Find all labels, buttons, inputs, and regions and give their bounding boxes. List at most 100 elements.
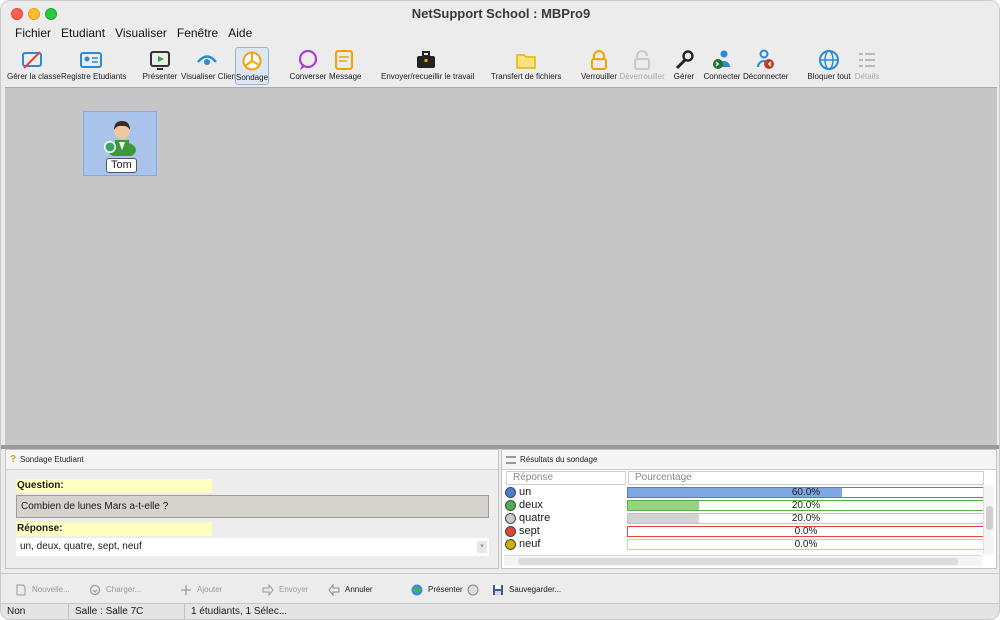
add-button[interactable]: Ajouter	[180, 583, 222, 597]
floppy-disk-icon	[493, 584, 503, 595]
survey-panel-title: Sondage Etudiant	[20, 455, 84, 464]
new-document-icon	[16, 584, 26, 596]
results-vertical-scrollbar[interactable]	[983, 486, 994, 554]
send-collect-work-button[interactable]: Envoyer/recueillir le travail	[381, 47, 474, 85]
maximize-window-button[interactable]	[45, 8, 57, 20]
load-icon	[89, 584, 101, 595]
eye-icon	[197, 55, 217, 65]
lock-icon	[591, 50, 607, 70]
answers-field[interactable]: un, deux, quatre, sept, neuf ▾	[16, 538, 489, 556]
disconnect-button[interactable]: Déconnecter	[743, 47, 788, 85]
percent-text: 20.0%	[791, 513, 821, 524]
file-transfer-button[interactable]: Transfert de fichiers	[491, 47, 561, 85]
wrench-icon	[675, 50, 694, 70]
menu-aide[interactable]: Aide	[228, 25, 252, 43]
answer-color-icon	[505, 539, 516, 550]
connect-user-icon	[713, 50, 730, 69]
view-client-button[interactable]: Visualiser Client	[181, 47, 238, 85]
menu-etudiant[interactable]: Etudiant	[61, 25, 105, 43]
student-survey-panel: ? Sondage Etudiant Question: Combien de …	[5, 449, 499, 569]
briefcase-icon	[417, 51, 435, 68]
window-title: NetSupport School : MBPro9	[411, 6, 591, 21]
minimize-window-button[interactable]	[28, 8, 40, 20]
answer-color-icon	[505, 513, 516, 524]
unlock-icon	[634, 50, 650, 70]
answer-name: sept	[519, 525, 540, 537]
menu-fichier[interactable]: Fichier	[15, 25, 51, 43]
manage-class-icon	[22, 51, 42, 69]
details-list-icon	[859, 53, 875, 67]
block-all-button[interactable]: Bloquer tout	[807, 47, 851, 85]
percent-text: 20.0%	[791, 500, 821, 511]
result-row[interactable]: sept 0.0%	[504, 525, 985, 538]
question-field[interactable]: Combien de lunes Mars a-t-elle ?	[16, 495, 489, 518]
new-survey-button[interactable]: Nouvelle...	[15, 583, 70, 597]
status-selection: 1 étudiants, 1 Sélec...	[191, 606, 288, 617]
student-tile[interactable]: Tom	[83, 111, 157, 176]
toolbar: Gérer la classe Registre Etudiants Prése…	[1, 47, 999, 87]
column-header-percent[interactable]: Pourcentage	[628, 471, 984, 485]
note-icon	[335, 50, 353, 70]
survey-action-bar: Nouvelle... Charger... Ajouter Envoyer A…	[1, 573, 999, 603]
details-button[interactable]: Détails	[853, 47, 881, 85]
load-survey-button[interactable]: Charger...	[89, 583, 141, 597]
close-window-button[interactable]	[11, 8, 23, 20]
disconnect-user-icon	[757, 49, 774, 69]
cancel-button[interactable]: Annuler	[328, 583, 373, 597]
connect-button[interactable]: Connecter	[703, 47, 741, 85]
question-label: Question:	[16, 479, 212, 493]
menu-bar: Fichier Etudiant Visualiser Fenêtre Aide	[1, 25, 999, 43]
message-button[interactable]: Message	[329, 47, 361, 85]
results-table-header: Réponse Pourcentage	[504, 471, 984, 485]
result-row[interactable]: quatre 20.0%	[504, 512, 985, 525]
send-button[interactable]: Envoyer	[262, 583, 308, 597]
answer-color-icon	[505, 500, 516, 511]
results-horizontal-scrollbar[interactable]	[504, 555, 982, 566]
manage-button[interactable]: Gérer	[671, 47, 697, 85]
result-row[interactable]: neuf 0.0%	[504, 538, 985, 551]
results-list-icon	[506, 456, 516, 464]
id-card-icon	[80, 52, 102, 68]
class-view-canvas[interactable]: Tom	[5, 87, 997, 445]
results-panel-title: Résultats du sondage	[520, 455, 598, 464]
status-bar: Non disponi... Salle : Salle 7C 1 étudia…	[1, 603, 999, 619]
present-options-icon[interactable]	[467, 584, 479, 596]
student-name-label: Tom	[106, 158, 137, 173]
percent-bar: 60.0%	[627, 487, 985, 498]
answer-color-icon	[505, 526, 516, 537]
present-globe-icon	[411, 584, 423, 596]
menu-visualiser[interactable]: Visualiser	[115, 25, 167, 43]
survey-results-panel: Résultats du sondage Réponse Pourcentage…	[501, 449, 997, 569]
answers-dropdown-icon[interactable]: ▾	[477, 541, 487, 553]
percent-bar: 0.0%	[627, 539, 985, 550]
percent-bar: 0.0%	[627, 526, 985, 537]
status-room: Salle : Salle 7C	[69, 604, 185, 619]
column-header-answer[interactable]: Réponse	[506, 471, 626, 485]
answer-name: un	[519, 486, 532, 498]
answer-name: deux	[519, 499, 543, 511]
percent-text: 60.0%	[791, 487, 821, 498]
unlock-button[interactable]: Déverrouiller	[619, 47, 665, 85]
answers-text: un, deux, quatre, sept, neuf	[20, 541, 142, 552]
percent-text: 0.0%	[794, 539, 818, 550]
chat-bubble-icon	[298, 49, 318, 70]
percent-text: 0.0%	[794, 526, 818, 537]
lock-button[interactable]: Verrouiller	[581, 47, 617, 85]
result-row[interactable]: deux 20.0%	[504, 499, 985, 512]
answer-label: Réponse:	[16, 522, 212, 536]
percent-bar: 20.0%	[627, 513, 985, 524]
present-results-button[interactable]: Présenter	[411, 583, 479, 597]
add-arrows-icon	[181, 584, 191, 595]
pie-chart-icon	[242, 51, 262, 71]
student-register-button[interactable]: Registre Etudiants	[61, 47, 126, 85]
chat-button[interactable]: Converser	[289, 47, 327, 85]
manage-class-button[interactable]: Gérer la classe	[7, 47, 61, 85]
menu-fenetre[interactable]: Fenêtre	[177, 25, 218, 43]
results-panel-header: Résultats du sondage	[502, 450, 996, 470]
result-row[interactable]: un 60.0%	[504, 486, 985, 499]
back-arrow-icon	[328, 583, 340, 596]
survey-button[interactable]: Sondage	[235, 47, 269, 85]
title-bar: NetSupport School : MBPro9	[1, 1, 999, 25]
save-button[interactable]: Sauvegarder...	[492, 583, 561, 597]
present-button[interactable]: Présenter	[141, 47, 179, 85]
